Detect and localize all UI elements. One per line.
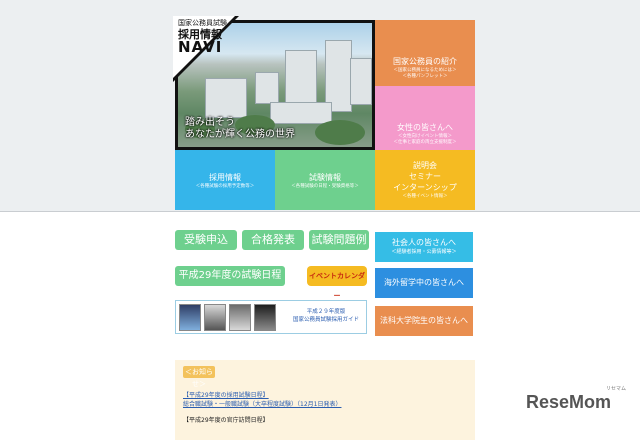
working-people-button[interactable]: 社会人の皆さんへ ＜経験者採用・公募情報等＞ [375,232,473,262]
tile-sub: ＜各種試験の日程・受験資格等＞ [291,184,359,189]
results-button[interactable]: 合格発表 [242,230,304,250]
event-calendar-button[interactable]: イベントカレンダー [307,266,367,300]
tile-recruit-info[interactable]: 採用情報 ＜各種試験の採用予定数等＞ [175,150,275,210]
news-link[interactable]: 総合職試験・一般職試験（大卒程度試験）（12月1日発表） [183,399,341,408]
tile-exam-info[interactable]: 試験情報 ＜各種試験の日程・受験資格等＞ [275,150,375,210]
news-item: 【平成29年度の官庁訪問日程】 [183,417,269,424]
booklet-image [254,304,276,331]
tagline-line2: あなたが輝く公務の世界 [185,129,295,140]
booklet-image [229,304,251,331]
tile-women[interactable]: 女性の皆さんへ ＜女性向けイベント情報＞ ＜仕事と家庭の両立支援制度＞ [375,86,475,150]
news-box: ＜お知らせ＞ 【平成29年度の採用試験日程】 総合職試験・一般職試験（大卒程度試… [175,360,475,440]
logo-line3: NAVI [178,38,223,56]
tile-sub: ＜各種試験の採用予定数等＞ [195,184,255,189]
site-logo[interactable]: 国家公務員試験 採用情報 NAVI [173,16,243,82]
booklet-image [204,304,226,331]
tile-title: 試験情報 [309,173,341,182]
tagline-line1: 踏み出そう [185,117,235,128]
tile-events[interactable]: 説明会 セミナー インターンシップ ＜各種イベント情報＞ [375,150,475,210]
tile-title: 国家公務員の紹介 [393,57,457,66]
caption-line1: 平成２９年度版 [306,309,346,315]
tile-title: 採用情報 [209,173,241,182]
news-header: ＜お知らせ＞ [183,366,215,388]
resemom-watermark: ReseMom [526,392,612,412]
news-link[interactable]: 【平成29年度の採用試験日程】 [183,390,269,399]
main-panel: 踏み出そう あなたが輝く公務の世界 国家公務員試験 採用情報 NAVI 国家公務… [173,16,475,440]
studying-abroad-button[interactable]: 海外留学中の皆さんへ [375,268,473,298]
past-exams-button[interactable]: 試験問題例 [309,230,369,250]
tile-sub: ＜各種パンフレット＞ [402,74,448,79]
hero-tagline: 踏み出そう あなたが輝く公務の世界 [185,117,295,141]
tile-sub: ＜各種イベント情報＞ [402,194,448,199]
tile-civil-servant-intro[interactable]: 国家公務員の紹介 ＜国家公務員になるためには＞ ＜各種パンフレット＞ [375,20,475,86]
exam-schedule-button[interactable]: 平成29年度の試験日程 [175,266,285,286]
caption-line2: 国家公務員試験採用ガイド [292,317,359,323]
pamphlet-banner[interactable]: 平成２９年度版 国家公務員試験採用ガイド [175,300,367,334]
resemom-watermark-sub: リセマム [606,386,627,392]
tile-title: 説明会 [413,161,437,170]
apply-button[interactable]: 受験申込 [175,230,237,250]
law-school-button[interactable]: 法科大学院生の皆さんへ [375,306,473,336]
button-title: 社会人の皆さんへ [392,238,456,247]
tile-sub: ＜仕事と家庭の両立支援制度＞ [393,140,457,145]
tile-title: セミナー [409,172,441,181]
tile-title: 女性の皆さんへ [397,123,453,132]
button-sub: ＜経験者採用・公募情報等＞ [391,249,457,255]
pamphlet-caption: 平成２９年度版 国家公務員試験採用ガイド [286,308,366,324]
booklet-image [179,304,201,331]
tile-title: インターンシップ [393,183,457,192]
